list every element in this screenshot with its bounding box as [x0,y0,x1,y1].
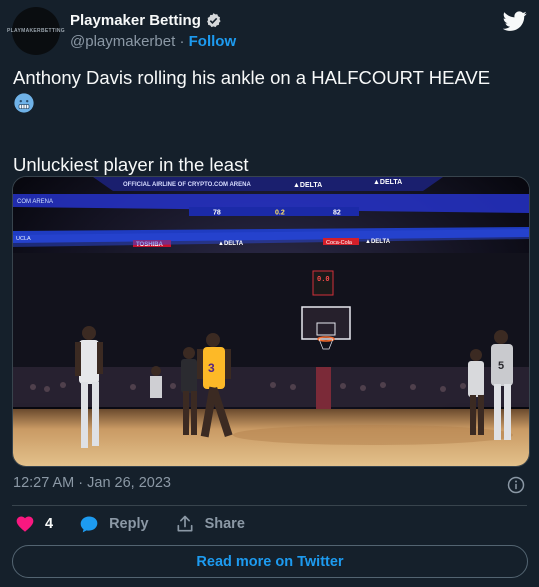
scoreboard-value-1: 78 [213,210,221,217]
tweet-actions: 4 Reply Share [15,514,271,534]
ribbon-delta-text-2: ▲DELTA [365,239,391,245]
scoreboard-value-3: 82 [333,210,341,217]
tweet-line-2: Unluckiest player in the least [13,154,249,175]
reply-label: Reply [109,516,149,532]
verified-badge-icon [206,13,221,28]
tweet-card: PLAYMAKERBETTING Playmaker Betting @play… [0,0,539,587]
tweet-text: Anthony Davis rolling his ankle on a HAL… [13,66,523,176]
like-button[interactable]: 4 [15,514,53,534]
referee [150,366,162,398]
jersey-number-2: 5 [498,360,504,372]
follow-button[interactable]: Follow [189,33,237,50]
tweet-timestamp[interactable]: 12:27 AM · Jan 26, 2023 [13,475,171,491]
delta-ribbon-text-2: ▲DELTA [373,179,402,186]
shot-clock-text: 0.0 [317,276,330,284]
com-arena-text: COM ARENA [17,199,53,205]
scoreboard-value-2: 0.2 [275,210,285,217]
arena-ribbon-text: OFFICIAL AIRLINE OF CRYPTO.COM ARENA [123,182,251,188]
divider [12,505,527,506]
basketball-game-scene: OFFICIAL AIRLINE OF CRYPTO.COM ARENA ▲DE… [13,177,529,466]
player-center-dark [181,347,197,435]
author-info: Playmaker Betting @playmakerbet · Follow [70,12,236,50]
reply-button[interactable]: Reply [79,514,149,534]
author-handle[interactable]: @playmakerbet [70,33,175,50]
twitter-bird-icon[interactable] [503,9,527,33]
read-more-button[interactable]: Read more on Twitter [12,545,528,578]
avatar[interactable]: PLAYMAKERBETTING [7,7,65,55]
avatar-logo-text: PLAYMAKERBETTING [7,28,65,34]
tweet-header: PLAYMAKERBETTING Playmaker Betting @play… [7,6,527,56]
ribbon-delta-text: ▲DELTA [218,241,244,247]
reply-bubble-icon [80,516,98,533]
info-icon[interactable] [507,476,525,494]
heart-icon [16,516,34,532]
author-display-name[interactable]: Playmaker Betting [70,12,201,29]
player-right-1 [468,349,484,435]
share-icon [177,515,193,532]
share-button[interactable]: Share [175,514,245,534]
delta-ribbon-text-1: ▲DELTA [293,182,322,189]
tweet-line-1: Anthony Davis rolling his ankle on a HAL… [13,67,491,88]
share-label: Share [204,516,245,532]
emoji-icon [14,93,34,113]
video-thumbnail[interactable]: OFFICIAL AIRLINE OF CRYPTO.COM ARENA ▲DE… [12,176,530,467]
jersey-number: 3 [208,361,215,375]
ribbon-ucla-text: UCLA [16,236,31,242]
like-count: 4 [45,516,54,532]
ribbon-cocacola-text: Coca-Cola [326,240,353,246]
handle-separator: · [175,33,189,50]
